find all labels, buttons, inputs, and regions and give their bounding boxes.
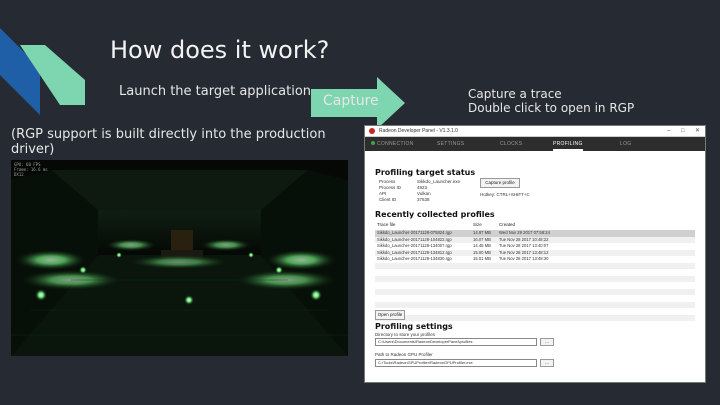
arrow-label: Capture xyxy=(323,93,379,109)
col-trace-file[interactable]: Trace file xyxy=(377,222,395,227)
col-created[interactable]: Created xyxy=(499,222,515,227)
open-profile-button[interactable]: Open profile xyxy=(375,310,405,320)
radeon-developer-panel-window: Radeon Developer Panel - V1.3.1.0 – □ ✕ … xyxy=(364,125,706,383)
profiles-table: Trace file Size Created Sikkdo_Launcher-… xyxy=(375,222,695,328)
close-icon[interactable]: ✕ xyxy=(695,126,700,136)
profile-directory-field[interactable]: C:\Users\Documents\RadeonDeveloperPanel\… xyxy=(375,338,537,346)
hotkey-hint: Hotkey: CTRL+SHIFT+C xyxy=(480,192,530,197)
rgp-path-label: Path to Radeon GPU Profiler xyxy=(375,352,433,357)
status-value: 37638 xyxy=(417,197,430,202)
tab-connection[interactable]: CONNECTION xyxy=(371,137,414,151)
game-hud: GPU: 60 FPS Frame: 16.6 ms DX12 xyxy=(14,162,48,177)
connected-dot-icon xyxy=(371,141,375,145)
tab-log[interactable]: LOG xyxy=(620,137,631,151)
decorative-stripes xyxy=(0,28,85,115)
tab-clocks[interactable]: CLOCKS xyxy=(500,137,522,151)
step-capture-line1: Capture a trace xyxy=(468,87,562,101)
status-labels: Process Process ID API Client ID xyxy=(379,179,401,203)
tab-label: CONNECTION xyxy=(377,141,414,147)
window-title: Radeon Developer Panel - V1.3.1.0 xyxy=(379,128,458,134)
tab-profiling[interactable]: PROFILING xyxy=(553,137,583,151)
minimize-icon[interactable]: – xyxy=(667,126,670,136)
rgp-path-field[interactable]: C:\Tools\RadeonGPUProfiler\RadeonGPUProf… xyxy=(375,359,537,367)
table-header: Trace file Size Created xyxy=(375,222,695,230)
status-values: Sikkdo_Launcher.exe 4923 Vulkan 37638 xyxy=(417,179,460,203)
tab-bar: CONNECTION SETTINGS CLOCKS PROFILING LOG xyxy=(365,137,705,151)
step-capture-trace: Capture a trace Double click to open in … xyxy=(468,87,634,115)
browse-directory-button[interactable]: ... xyxy=(540,338,554,346)
status-label: Client ID xyxy=(379,197,397,202)
slide-title: How does it work? xyxy=(110,36,330,64)
recent-profiles-heading: Recently collected profiles xyxy=(375,210,495,219)
hud-line: DX12 xyxy=(14,172,24,177)
stripe-blue xyxy=(0,28,40,115)
target-status-heading: Profiling target status xyxy=(375,168,476,177)
step-launch: Launch the target application xyxy=(119,84,312,99)
browse-rgp-button[interactable]: ... xyxy=(540,359,554,367)
tab-settings[interactable]: SETTINGS xyxy=(437,137,464,151)
capture-profile-button[interactable]: Capture profile xyxy=(480,178,520,188)
col-size[interactable]: Size xyxy=(473,222,482,227)
profiling-settings-heading: Profiling settings xyxy=(375,322,453,331)
step-capture-line2: Double click to open in RGP xyxy=(468,101,635,115)
game-scene xyxy=(11,160,348,356)
maximize-icon[interactable]: □ xyxy=(681,126,685,136)
window-titlebar[interactable]: Radeon Developer Panel - V1.3.1.0 – □ ✕ xyxy=(365,126,705,137)
radeon-logo-icon xyxy=(369,128,375,134)
driver-note: (RGP support is built directly into the … xyxy=(11,127,326,157)
game-screenshot: GPU: 60 FPS Frame: 16.6 ms DX12 xyxy=(11,160,348,356)
